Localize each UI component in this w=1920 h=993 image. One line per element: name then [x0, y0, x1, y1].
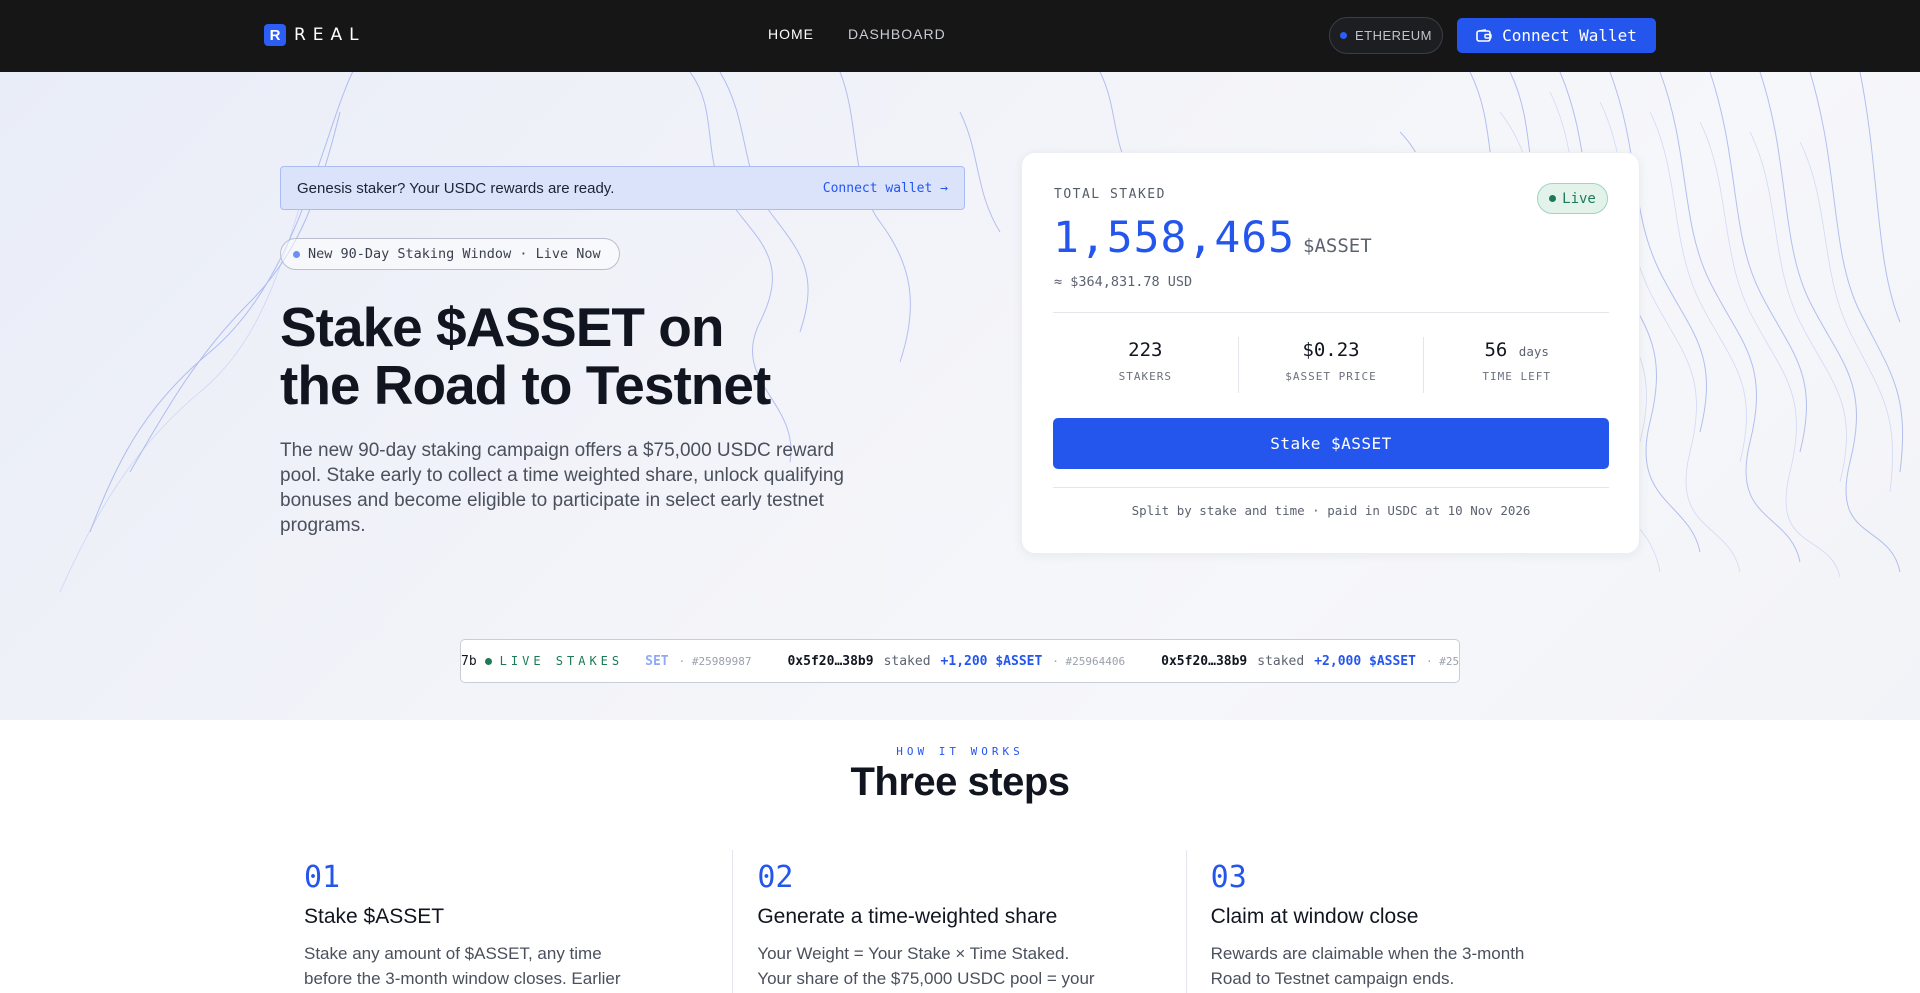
total-staked-card: TOTAL STAKED Live 1,558,465 $ASSET ≈ $36…: [1021, 152, 1640, 554]
genesis-staker-banner: Genesis staker? Your USDC rewards are re…: [280, 166, 965, 210]
top-nav: R REAL HOME DASHBOARD ETHEREUM Connect W…: [0, 0, 1920, 72]
card-divider-bottom: [1053, 487, 1609, 488]
headline-line-2: the Road to Testnet: [280, 354, 771, 416]
live-stakes-ticker: 7b LIVE STAKES SET · #25989987 0x5f20…38…: [460, 639, 1460, 683]
wallet-icon: [1476, 28, 1492, 42]
ticker-lead-prefix: 7b: [461, 653, 477, 669]
total-staked-label: TOTAL STAKED: [1054, 187, 1166, 202]
ticker-title: LIVE STAKES: [499, 654, 624, 668]
ticker-item: 0x5f20…38b9 staked +2,000 $ASSET · #2596…: [1161, 653, 1460, 669]
step-description: Rewards are claimable when the 3-month R…: [1210, 944, 1525, 988]
stat-time-left: 56 days TIME LEFT: [1424, 337, 1609, 393]
ticker-tx-id: · #25964406: [1052, 654, 1126, 668]
step-number: 03: [1210, 860, 1247, 895]
brand-name: REAL: [294, 25, 366, 45]
step-description: Your Weight = Your Stake × Time Staked. …: [757, 944, 1095, 988]
live-label: Live: [1562, 190, 1596, 207]
connect-wallet-label: Connect Wallet: [1502, 26, 1637, 45]
how-it-works-title: Three steps: [850, 760, 1070, 804]
ticker-lead-id: · #25989987: [678, 654, 752, 668]
nav-link-dashboard[interactable]: DASHBOARD: [848, 26, 946, 42]
pill-dot-icon: [293, 250, 300, 258]
network-selector[interactable]: ETHEREUM: [1329, 17, 1443, 54]
stat-stakers: 223 STAKERS: [1053, 337, 1239, 393]
ticker-amount: +1,200 $ASSET: [940, 653, 1043, 669]
live-badge: Live: [1537, 183, 1608, 214]
time-left-unit: days: [1518, 344, 1549, 359]
stat-price-label: $ASSET PRICE: [1285, 370, 1377, 383]
staked-amount-value: 1,558,465: [1053, 213, 1295, 263]
ticker-item: 0x5f20…38b9 staked +1,200 $ASSET · #2596…: [787, 654, 1125, 669]
step-title: Stake $ASSET: [304, 905, 445, 928]
banner-text: Genesis staker? Your USDC rewards are re…: [297, 179, 615, 197]
network-dot-icon: [1340, 32, 1348, 39]
network-label: ETHEREUM: [1355, 28, 1432, 43]
step-item: 02 Generate a time-weighted share Your W…: [733, 850, 1187, 993]
nav-link-home[interactable]: HOME: [768, 26, 814, 42]
staked-usd-value: ≈ $364,831.78 USD: [1054, 274, 1193, 290]
step-number: 02: [757, 860, 794, 895]
hero-section: Genesis staker? Your USDC rewards are re…: [0, 72, 1920, 720]
logo-mark-icon: R: [264, 24, 286, 46]
ticker-verb: staked: [883, 653, 931, 669]
ticker-tx-id: · #25963: [1425, 654, 1460, 668]
headline-line-1: Stake $ASSET on: [280, 296, 724, 358]
how-it-works-label: HOW IT WORKS: [896, 745, 1024, 758]
ticker-header: LIVE STAKES: [484, 654, 624, 668]
staking-window-label: New 90-Day Staking Window · Live Now: [308, 246, 601, 262]
banner-connect-wallet-link[interactable]: Connect wallet →: [823, 181, 948, 196]
stat-stakers-label: STAKERS: [1118, 370, 1173, 383]
connect-wallet-button[interactable]: Connect Wallet: [1457, 18, 1656, 53]
stat-time-left-label: TIME LEFT: [1482, 370, 1551, 383]
total-staked-amount: 1,558,465 $ASSET: [1053, 213, 1372, 263]
ticker-lead-amount: SET: [645, 653, 669, 669]
brand-logo[interactable]: R REAL: [264, 24, 366, 46]
ticker-item-partial: SET · #25989987: [645, 654, 751, 669]
ticker-live-dot-icon: [484, 657, 492, 665]
staked-amount-unit: $ASSET: [1303, 235, 1372, 257]
step-title: Claim at window close: [1210, 905, 1419, 928]
step-item: 01 Stake $ASSET Stake any amount of $ASS…: [280, 850, 734, 993]
hero-headline: Stake $ASSET on the Road to Testnet: [280, 298, 920, 414]
step-description: Stake any amount of $ASSET, any time bef…: [304, 944, 621, 988]
steps-list: 01 Stake $ASSET Stake any amount of $ASS…: [280, 850, 1640, 993]
step-item: 03 Claim at window close Rewards are cla…: [1187, 850, 1640, 993]
card-divider: [1053, 312, 1609, 313]
payout-footnote: Split by stake and time · paid in USDC a…: [1131, 503, 1531, 518]
staking-window-pill: New 90-Day Staking Window · Live Now: [280, 238, 620, 270]
stake-asset-button[interactable]: Stake $ASSET: [1053, 418, 1609, 469]
stat-time-left-value: 56 days: [1424, 339, 1609, 361]
ticker-amount: +2,000 $ASSET: [1314, 653, 1416, 669]
time-left-number: 56: [1484, 339, 1508, 361]
ticker-verb: staked: [1257, 653, 1305, 669]
stat-price-value: $0.23: [1302, 339, 1360, 361]
live-dot-icon: [1549, 195, 1557, 202]
hero-intro: The new 90-day staking campaign offers a…: [280, 440, 844, 536]
ticker-address: 0x5f20…38b9: [787, 653, 874, 669]
stats-row: 223 STAKERS $0.23 $ASSET PRICE 56 days T…: [1053, 337, 1609, 393]
stat-asset-price: $0.23 $ASSET PRICE: [1239, 337, 1425, 393]
stat-stakers-value: 223: [1128, 339, 1163, 361]
nav-links: HOME DASHBOARD: [768, 26, 946, 42]
step-number: 01: [304, 860, 341, 895]
ticker-address: 0x5f20…38b9: [1161, 653, 1248, 669]
step-title: Generate a time-weighted share: [757, 905, 1058, 928]
